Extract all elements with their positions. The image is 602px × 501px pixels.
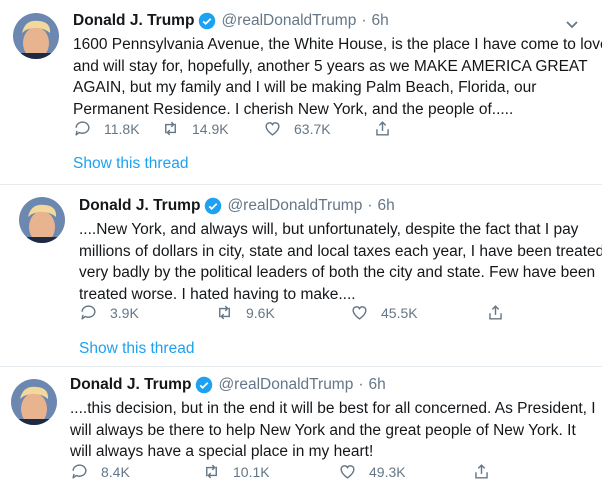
share-button[interactable]: [472, 462, 503, 481]
like-button[interactable]: 45.5K: [350, 303, 486, 322]
show-thread-link[interactable]: Show this thread: [73, 155, 188, 173]
verified-badge-icon: [196, 376, 213, 394]
heart-icon: [352, 306, 367, 320]
author-name[interactable]: Donald J. Trump: [73, 12, 194, 30]
tweet-text: ....this decision, but in the end it wil…: [70, 398, 596, 463]
share-icon: [475, 464, 488, 479]
like-button[interactable]: 49.3K: [338, 462, 472, 481]
retweet-icon: [219, 305, 230, 320]
like-count: 45.5K: [381, 304, 418, 321]
tweet-actions: 3.9K 9.6K 45.5K: [79, 303, 517, 322]
tweet-text-line: will always be there to help New York an…: [70, 421, 576, 439]
retweet-count: 14.9K: [192, 120, 229, 137]
tweet-text-line: AGAIN, but my family and I will be makin…: [73, 79, 537, 96]
tweet-text-line: very badly by the political leaders of b…: [79, 264, 596, 281]
chevron-down-icon[interactable]: [564, 16, 580, 32]
author-handle[interactable]: @realDonaldTrump: [221, 12, 356, 30]
avatar[interactable]: [11, 379, 57, 425]
tweet-actions: 11.8K 14.9K 63.7K: [73, 119, 404, 138]
tweet[interactable]: Donald J. Trump @realDonaldTrump · 6h ..…: [0, 185, 602, 366]
separator-dot: ·: [367, 197, 373, 214]
tweet-text-line: ....this decision, but in the end it wil…: [70, 400, 596, 417]
avatar[interactable]: [13, 13, 59, 59]
author-handle[interactable]: @realDonaldTrump: [218, 376, 353, 394]
tweet[interactable]: Donald J. Trump @realDonaldTrump · 6h ..…: [0, 367, 602, 501]
retweet-icon: [206, 464, 217, 479]
reply-button[interactable]: 3.9K: [79, 303, 215, 322]
author-name[interactable]: Donald J. Trump: [70, 376, 191, 394]
retweet-count: 10.1K: [233, 463, 270, 480]
share-icon: [376, 121, 389, 136]
tweet[interactable]: Donald J. Trump @realDonaldTrump · 6h 16…: [0, 0, 602, 184]
reply-icon: [81, 305, 96, 320]
retweet-button[interactable]: 10.1K: [202, 462, 338, 481]
verified-badge-icon: [199, 12, 216, 30]
tweet-text: 1600 Pennsylvania Avenue, the White Hous…: [73, 34, 602, 120]
reply-count: 8.4K: [101, 463, 130, 480]
reply-count: 3.9K: [110, 304, 139, 321]
like-button[interactable]: 63.7K: [263, 119, 373, 138]
tweet-actions: 8.4K 10.1K 49.3K: [70, 462, 503, 481]
reply-count: 11.8K: [104, 120, 140, 137]
reply-icon: [72, 464, 87, 479]
tweet-text-line: Permanent Residence. I cherish New York,…: [73, 100, 514, 118]
share-button[interactable]: [373, 119, 404, 138]
heart-icon: [265, 122, 280, 136]
separator-dot: ·: [361, 12, 367, 29]
author-name[interactable]: Donald J. Trump: [79, 197, 200, 215]
verified-badge-icon: [205, 197, 222, 215]
reply-icon: [75, 121, 90, 136]
tweet-text-line: treated worse. I hated having to make...…: [79, 285, 356, 303]
retweet-icon: [165, 121, 176, 136]
tweet-text-line: will always have a special place in my h…: [70, 443, 374, 460]
timestamp[interactable]: 6h: [372, 12, 389, 30]
tweet-text-line: ....New York, and always will, but unfor…: [79, 221, 579, 238]
retweet-count: 9.6K: [246, 304, 275, 321]
timestamp[interactable]: 6h: [378, 197, 395, 215]
tweet-text: ....New York, and always will, but unfor…: [79, 219, 602, 305]
like-count: 49.3K: [369, 463, 406, 480]
reply-button[interactable]: 8.4K: [70, 462, 202, 481]
reply-button[interactable]: 11.8K: [73, 119, 161, 138]
retweet-button[interactable]: 9.6K: [215, 303, 350, 322]
tweet-text-line: millions of dollars in city, state and l…: [79, 242, 602, 260]
separator-dot: ·: [358, 376, 364, 393]
like-count: 63.7K: [294, 120, 331, 137]
show-thread-link[interactable]: Show this thread: [79, 340, 194, 358]
retweet-button[interactable]: 14.9K: [161, 119, 263, 138]
author-handle[interactable]: @realDonaldTrump: [227, 197, 362, 215]
share-button[interactable]: [486, 303, 517, 322]
tweet-text-line: and will stay for, hopefully, another 5 …: [73, 57, 588, 75]
share-icon: [489, 305, 502, 320]
avatar[interactable]: [19, 197, 65, 243]
heart-icon: [340, 465, 355, 479]
timestamp[interactable]: 6h: [369, 376, 386, 394]
tweet-text-line: 1600 Pennsylvania Avenue, the White Hous…: [73, 36, 602, 53]
